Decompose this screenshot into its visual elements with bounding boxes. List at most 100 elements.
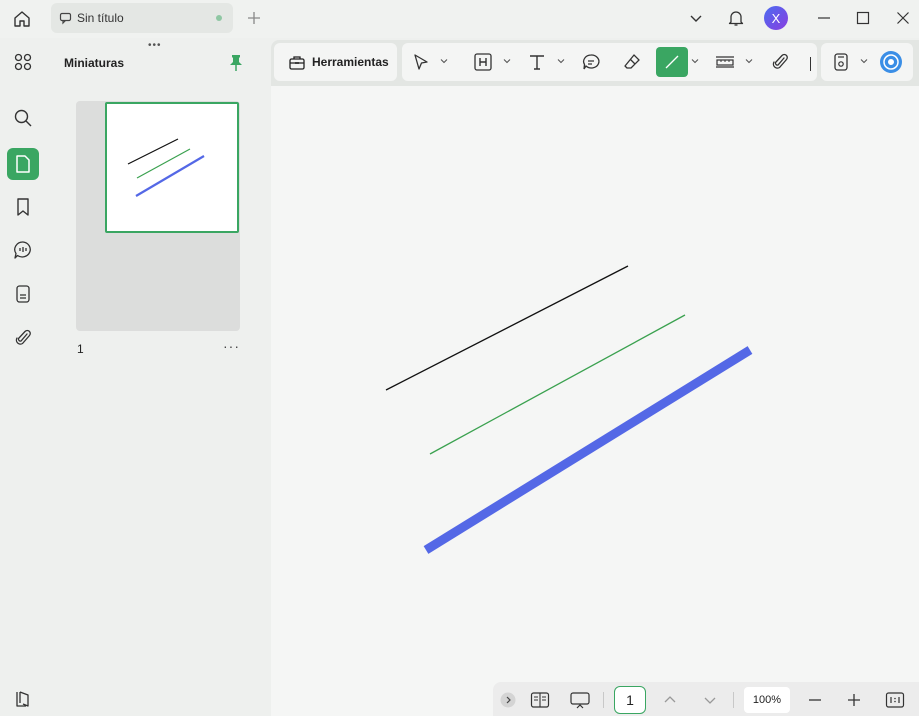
presentation-icon: [570, 692, 590, 709]
unsaved-dot: [216, 15, 222, 21]
tools-group: Herramientas: [274, 43, 397, 81]
pin-panel-button[interactable]: [227, 52, 245, 74]
chevron-down-icon: [860, 59, 868, 64]
ai-assistant-icon: [880, 51, 902, 73]
library-button[interactable]: [7, 683, 39, 715]
eraser-icon: [624, 54, 640, 69]
line-icon: [665, 55, 679, 69]
home-icon: [14, 11, 30, 27]
highlight-tool[interactable]: [472, 51, 494, 73]
thumbnail-panel: ••• Miniaturas 1 ···: [46, 38, 266, 716]
green-line[interactable]: [429, 314, 686, 455]
document-tab[interactable]: Sin título: [51, 3, 233, 33]
comment-bubble-icon: [14, 241, 31, 259]
presentation-button[interactable]: [569, 689, 591, 711]
annotation-tools-group: [402, 43, 817, 81]
panel-resize-handle[interactable]: •••: [148, 40, 162, 51]
note-tool[interactable]: [580, 51, 602, 73]
line-tool[interactable]: [656, 47, 688, 77]
paperclip-icon: [15, 329, 31, 345]
blue-line[interactable]: [423, 346, 753, 554]
ai-assistant-button[interactable]: [879, 50, 903, 74]
grid-icon: [14, 53, 32, 71]
page-thumbnail[interactable]: [105, 102, 239, 233]
chevron-down-icon: [745, 59, 753, 64]
eraser-tool[interactable]: [621, 51, 643, 73]
save-dropdown[interactable]: [859, 56, 869, 66]
black-line[interactable]: [385, 265, 629, 391]
line-tool-dropdown[interactable]: [690, 56, 700, 66]
reading-mode-button[interactable]: [529, 689, 551, 711]
user-avatar[interactable]: X: [764, 6, 788, 30]
title-bar: Sin título X: [0, 0, 919, 38]
plus-icon: [848, 694, 860, 706]
chevron-down-icon: [690, 15, 702, 22]
toolbox-icon: [288, 53, 306, 71]
attachments-button[interactable]: [7, 322, 39, 354]
thumbnail-page-number: 1: [77, 342, 84, 356]
save-ai-group: [821, 43, 913, 81]
text-tool[interactable]: [526, 51, 548, 73]
zoom-in-button[interactable]: [843, 689, 865, 711]
paperclip-icon: [772, 53, 788, 69]
chevron-right-icon: [500, 692, 516, 708]
chevron-down-icon: [557, 59, 565, 64]
next-page-button[interactable]: [699, 689, 721, 711]
maximize-button[interactable]: [849, 4, 877, 32]
panel-title: Miniaturas: [64, 56, 125, 70]
highlight-tool-dropdown[interactable]: [502, 56, 512, 66]
book-open-icon: [530, 692, 550, 708]
document-canvas[interactable]: [271, 86, 919, 716]
bookmark-icon: [17, 198, 29, 216]
text-icon: [530, 55, 544, 70]
tools-button[interactable]: Herramientas: [280, 48, 397, 76]
close-icon: [897, 12, 909, 24]
new-tab-button[interactable]: [244, 8, 264, 28]
apps-button[interactable]: [7, 46, 39, 78]
chevron-down-icon: [503, 59, 511, 64]
tabs-dropdown-button[interactable]: [682, 4, 710, 32]
stamps-button[interactable]: [7, 278, 39, 310]
comments-button[interactable]: [7, 234, 39, 266]
actual-size-icon: [885, 692, 905, 708]
stamp-icon: [16, 285, 30, 303]
chevron-down-icon: [704, 697, 716, 704]
pin-icon: [230, 55, 242, 71]
previous-page-button[interactable]: [659, 689, 681, 711]
tab-title: Sin título: [77, 11, 124, 25]
home-button[interactable]: [6, 5, 38, 33]
search-icon: [14, 109, 32, 127]
zoom-level[interactable]: 100%: [744, 687, 790, 713]
chevron-up-icon: [664, 696, 676, 703]
ruler-icon: [716, 56, 734, 68]
notifications-button[interactable]: [722, 4, 750, 32]
actual-size-button[interactable]: [884, 689, 906, 711]
text-tool-dropdown[interactable]: [556, 56, 566, 66]
left-rail: [0, 38, 46, 716]
chevron-down-icon: [691, 59, 699, 64]
comment-icon: [59, 11, 73, 25]
bottom-separator: [733, 692, 734, 708]
minimize-button[interactable]: [810, 4, 838, 32]
page-number-input[interactable]: [614, 686, 646, 714]
zoom-out-button[interactable]: [804, 689, 826, 711]
close-button[interactable]: [889, 4, 917, 32]
book-icon: [16, 691, 29, 707]
toolbar: Herramientas: [271, 40, 919, 86]
select-tool-dropdown[interactable]: [439, 56, 449, 66]
save-button[interactable]: [830, 51, 852, 73]
search-button[interactable]: [7, 102, 39, 134]
cursor-icon: [414, 54, 428, 70]
bookmarks-button[interactable]: [7, 191, 39, 223]
thumbnails-button[interactable]: [7, 148, 39, 180]
bottom-bar: 100%: [493, 682, 919, 716]
select-tool[interactable]: [410, 51, 432, 73]
thumbnail-preview: [127, 138, 205, 197]
measure-tool[interactable]: [714, 51, 736, 73]
bell-icon: [728, 11, 744, 26]
thumbnail-more-button[interactable]: ···: [223, 338, 240, 354]
toolbar-separator: [810, 57, 811, 71]
expand-bar-button[interactable]: [498, 689, 518, 711]
attach-tool[interactable]: [769, 51, 791, 73]
measure-tool-dropdown[interactable]: [744, 56, 754, 66]
